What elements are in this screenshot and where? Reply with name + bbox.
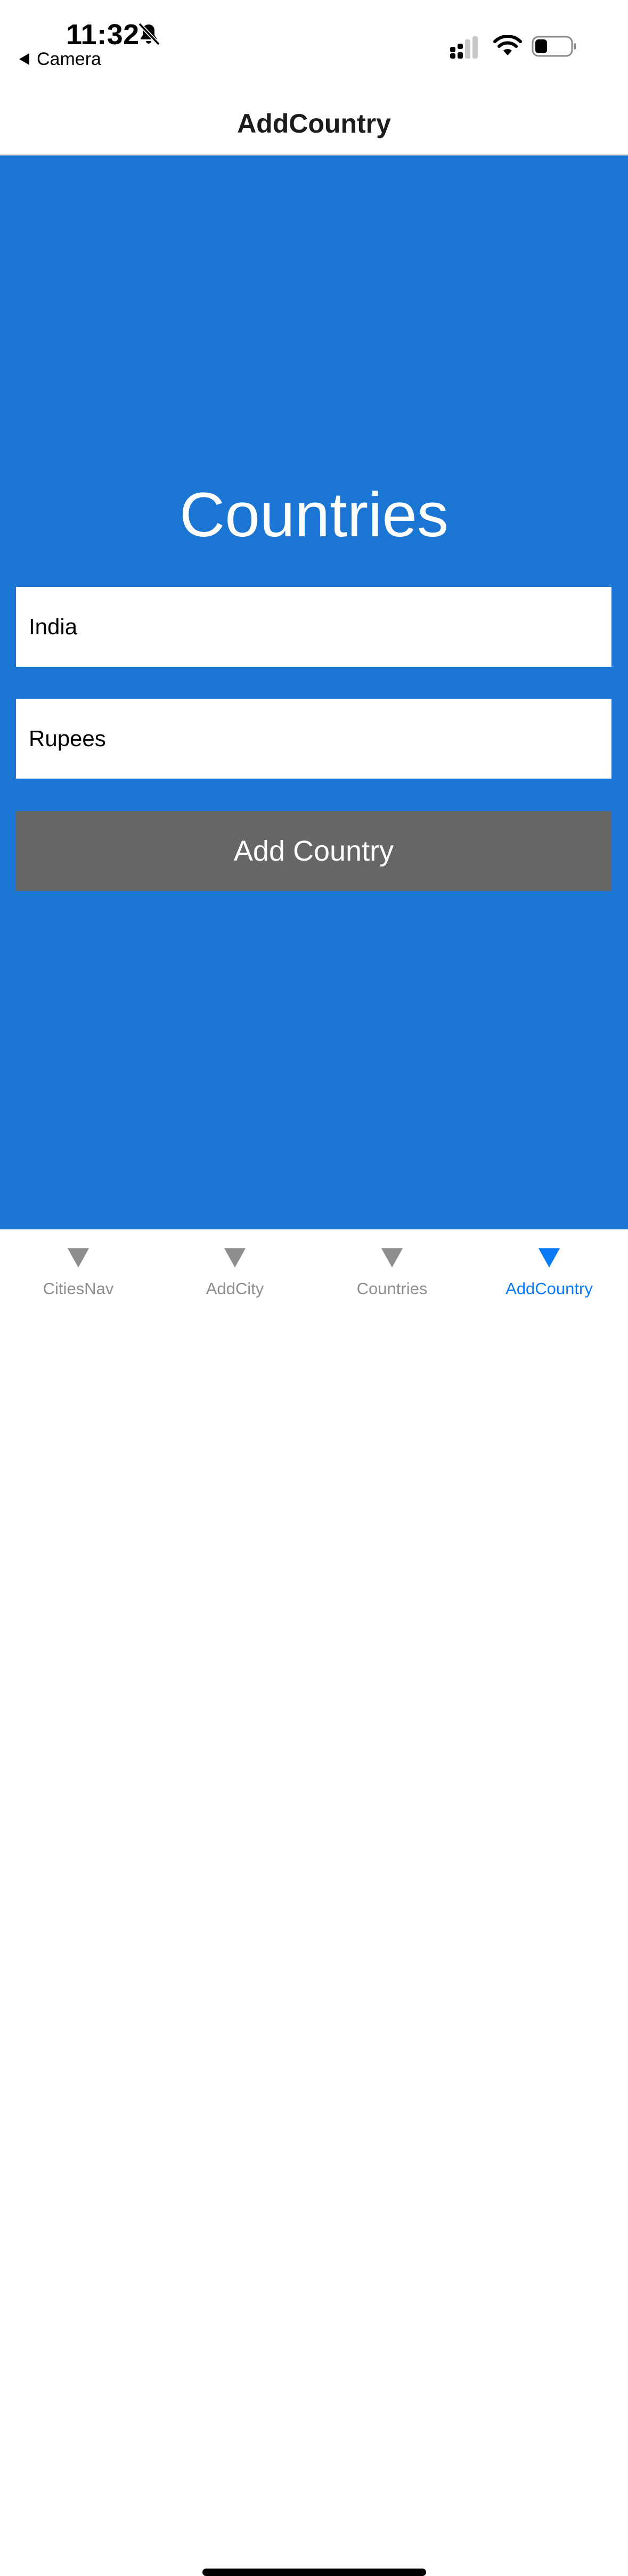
countries-heading: Countries (179, 480, 448, 550)
home-indicator[interactable] (202, 2569, 426, 2576)
back-app-label: Camera (37, 49, 101, 69)
tab-label: AddCountry (505, 1279, 593, 1298)
tab-label: AddCity (206, 1279, 264, 1298)
back-to-app-link[interactable]: Camera (19, 47, 101, 71)
cellular-signal-icon (450, 36, 478, 59)
triangle-down-icon (539, 1248, 560, 1267)
tab-label: Countries (356, 1279, 428, 1298)
tab-countries[interactable]: Countries (314, 1230, 470, 1315)
country-name-input[interactable] (16, 587, 611, 667)
add-country-form: Countries Add Country (0, 156, 628, 1229)
bell-slash-icon (138, 22, 160, 46)
triangle-down-icon (224, 1248, 246, 1267)
tab-bar: CitiesNav AddCity Countries AddCountry (0, 1229, 628, 2576)
back-caret-icon (19, 53, 29, 65)
battery-icon (532, 36, 576, 57)
status-bar: 11:32 Camera (0, 0, 628, 85)
triangle-down-icon (381, 1248, 403, 1267)
tab-addcountry[interactable]: AddCountry (471, 1230, 627, 1315)
currency-input[interactable] (16, 699, 611, 779)
tab-addcity[interactable]: AddCity (157, 1230, 313, 1315)
tab-label: CitiesNav (43, 1279, 114, 1298)
triangle-down-icon (68, 1248, 89, 1267)
tab-citiesnav[interactable]: CitiesNav (0, 1230, 157, 1315)
page-title: AddCountry (237, 109, 391, 138)
navigation-header: AddCountry (0, 85, 628, 156)
add-country-button[interactable]: Add Country (16, 811, 611, 891)
wifi-icon (493, 35, 522, 55)
